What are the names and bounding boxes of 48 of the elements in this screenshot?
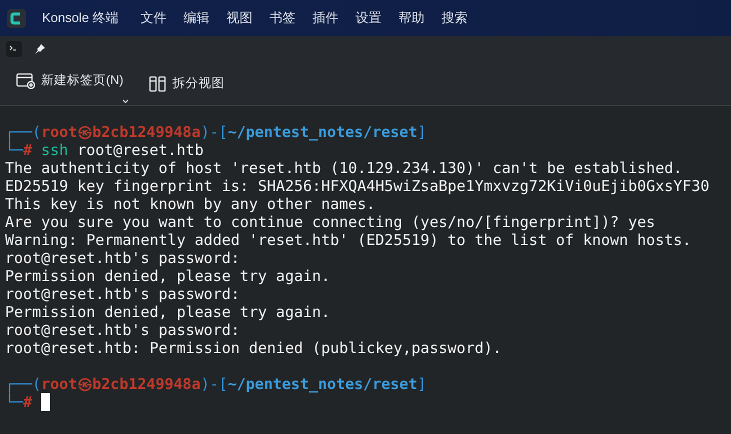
prompt-corner: └─	[5, 393, 24, 411]
prompt-corner: └─	[5, 141, 24, 159]
menu-item[interactable]: 书签	[270, 8, 296, 28]
terminal-output-line: Warning: Permanently added 'reset.htb' (ED25519) to the list of known hosts.	[5, 231, 692, 249]
menu-item[interactable]: 文件	[140, 8, 167, 28]
menu-item[interactable]: 搜索	[442, 8, 468, 28]
menu-item[interactable]: 视图	[226, 8, 253, 28]
terminal-output-line: This key is not known by any other names.	[5, 195, 376, 213]
menu-item[interactable]: 帮助	[398, 8, 425, 28]
pin-icon[interactable]	[34, 43, 46, 55]
prompt-corner: ┌──(	[5, 375, 42, 393]
prompt-host: b2cb1249948a	[92, 375, 201, 393]
terminal-output-line: root@reset.htb: Permission denied (publickey,password).	[5, 339, 503, 357]
command-argument: root@reset.htb	[77, 141, 204, 159]
prompt-user: root	[41, 375, 78, 393]
prompt-path: ~/pentest_notes/reset	[228, 375, 418, 393]
terminal-icon[interactable]	[6, 41, 22, 57]
terminal-output-line: root@reset.htb's password:	[5, 249, 241, 267]
terminal-output-line: Permission denied, please try again.	[5, 267, 332, 285]
app-logo-icon	[7, 8, 26, 28]
prompt-path: ~/pentest_notes/reset	[228, 123, 418, 141]
menu-item[interactable]: 编辑	[184, 8, 210, 28]
terminal-output-line: Are you sure you want to continue connecting (yes/no/[fingerprint])? yes	[5, 213, 656, 231]
terminal-output-line: Permission denied, please try again.	[5, 303, 332, 321]
dropdown-caret-icon	[122, 98, 130, 104]
menu-item[interactable]: 设置	[356, 8, 382, 28]
prompt-separator: )-[	[200, 123, 228, 141]
split-view-icon	[149, 76, 166, 92]
prompt-host: b2cb1249948a	[92, 123, 201, 141]
command: ssh	[41, 141, 68, 159]
prompt-sign: #	[23, 393, 32, 411]
split-view-button[interactable]: 拆分视图	[149, 74, 224, 93]
new-tab-button[interactable]: 新建标签页(N)	[16, 71, 128, 96]
prompt-bracket: ]	[417, 375, 426, 393]
prompt-at-symbol: ㉿	[77, 123, 92, 141]
prompt-bracket: ]	[417, 123, 426, 141]
prompt-sign: #	[23, 141, 32, 159]
terminal-output-line: root@reset.htb's password:	[5, 321, 241, 339]
terminal-output-line: ED25519 key fingerprint is: SHA256:HFXQA4H5wiZsaBpe1Ymxvzg72KiVi0uEjib0GxsYF30	[5, 177, 710, 195]
prompt-at-symbol: ㉿	[77, 375, 92, 393]
menu-item[interactable]: 插件	[312, 8, 339, 28]
terminal-output-line: The authenticity of host 'reset.htb (10.129.234.130)' can't be established.	[5, 159, 684, 177]
prompt-separator: )-[	[200, 375, 228, 393]
new-tab-icon	[16, 72, 35, 88]
prompt-user: root	[41, 123, 78, 141]
terminal-output-line: root@reset.htb's password:	[5, 285, 241, 303]
prompt-corner: ┌──(	[5, 123, 42, 141]
app-title: Konsole 终端	[42, 9, 119, 28]
